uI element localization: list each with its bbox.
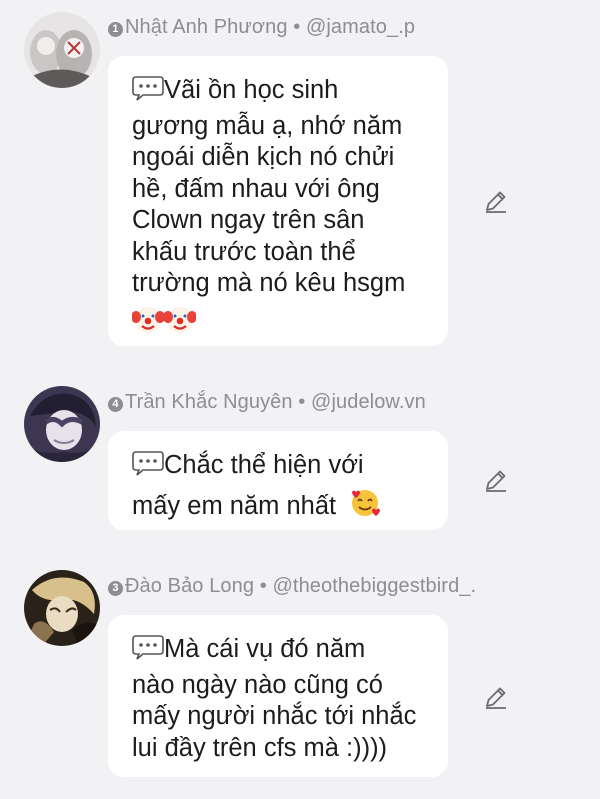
clown-face-emoji [163, 304, 197, 345]
clown-face-emoji [131, 304, 165, 345]
rank-badge: 1 [108, 22, 123, 37]
avatar[interactable] [24, 570, 100, 646]
smiling-face-with-hearts-emoji [349, 486, 381, 527]
speech-balloon-emoji [132, 74, 164, 111]
avatar[interactable] [24, 386, 100, 462]
comment-text: Vãi ồn học sinh gương mẫu ạ, nhớ năm ngo… [132, 76, 406, 297]
pencil-icon[interactable] [482, 683, 510, 711]
emoji-row [131, 304, 424, 345]
speech-balloon-emoji [132, 449, 164, 486]
rank-badge: 3 [108, 581, 123, 596]
comment-bubble: Chắc thể hiện với mấy em năm nhất [108, 431, 448, 530]
comment-meta: 3 Đào Bảo Long • @theothebiggestbird_. [108, 575, 476, 598]
rank-badge: 4 [108, 397, 123, 412]
speech-balloon-emoji [132, 633, 164, 670]
avatar[interactable] [24, 12, 100, 88]
comment-meta: 1 Nhật Anh Phương • @jamato_.p [108, 16, 415, 39]
meta-separator: • [292, 391, 312, 413]
meta-separator: • [287, 16, 306, 38]
author-name[interactable]: Đào Bảo Long [125, 575, 254, 597]
comment-bubble: Mà cái vụ đó năm nào ngày nào cũng có mấ… [108, 615, 448, 777]
pencil-icon[interactable] [482, 187, 510, 215]
comment-meta: 4 Trần Khắc Nguyên • @judelow.vn [108, 391, 426, 414]
author-handle[interactable]: @judelow.vn [311, 391, 426, 413]
author-name[interactable]: Trần Khắc Nguyên [125, 391, 293, 413]
author-handle[interactable]: @jamato_.p [306, 16, 415, 38]
pencil-icon[interactable] [482, 466, 510, 494]
author-handle[interactable]: @theothebiggestbird_. [273, 575, 477, 597]
comment-text: Mà cái vụ đó năm nào ngày nào cũng có mấ… [132, 635, 417, 762]
comment-text: Chắc thể hiện với mấy em năm nhất [132, 451, 364, 520]
meta-separator: • [254, 575, 273, 597]
author-name[interactable]: Nhật Anh Phương [125, 16, 288, 38]
comment-bubble: Vãi ồn học sinh gương mẫu ạ, nhớ năm ngo… [108, 56, 448, 346]
